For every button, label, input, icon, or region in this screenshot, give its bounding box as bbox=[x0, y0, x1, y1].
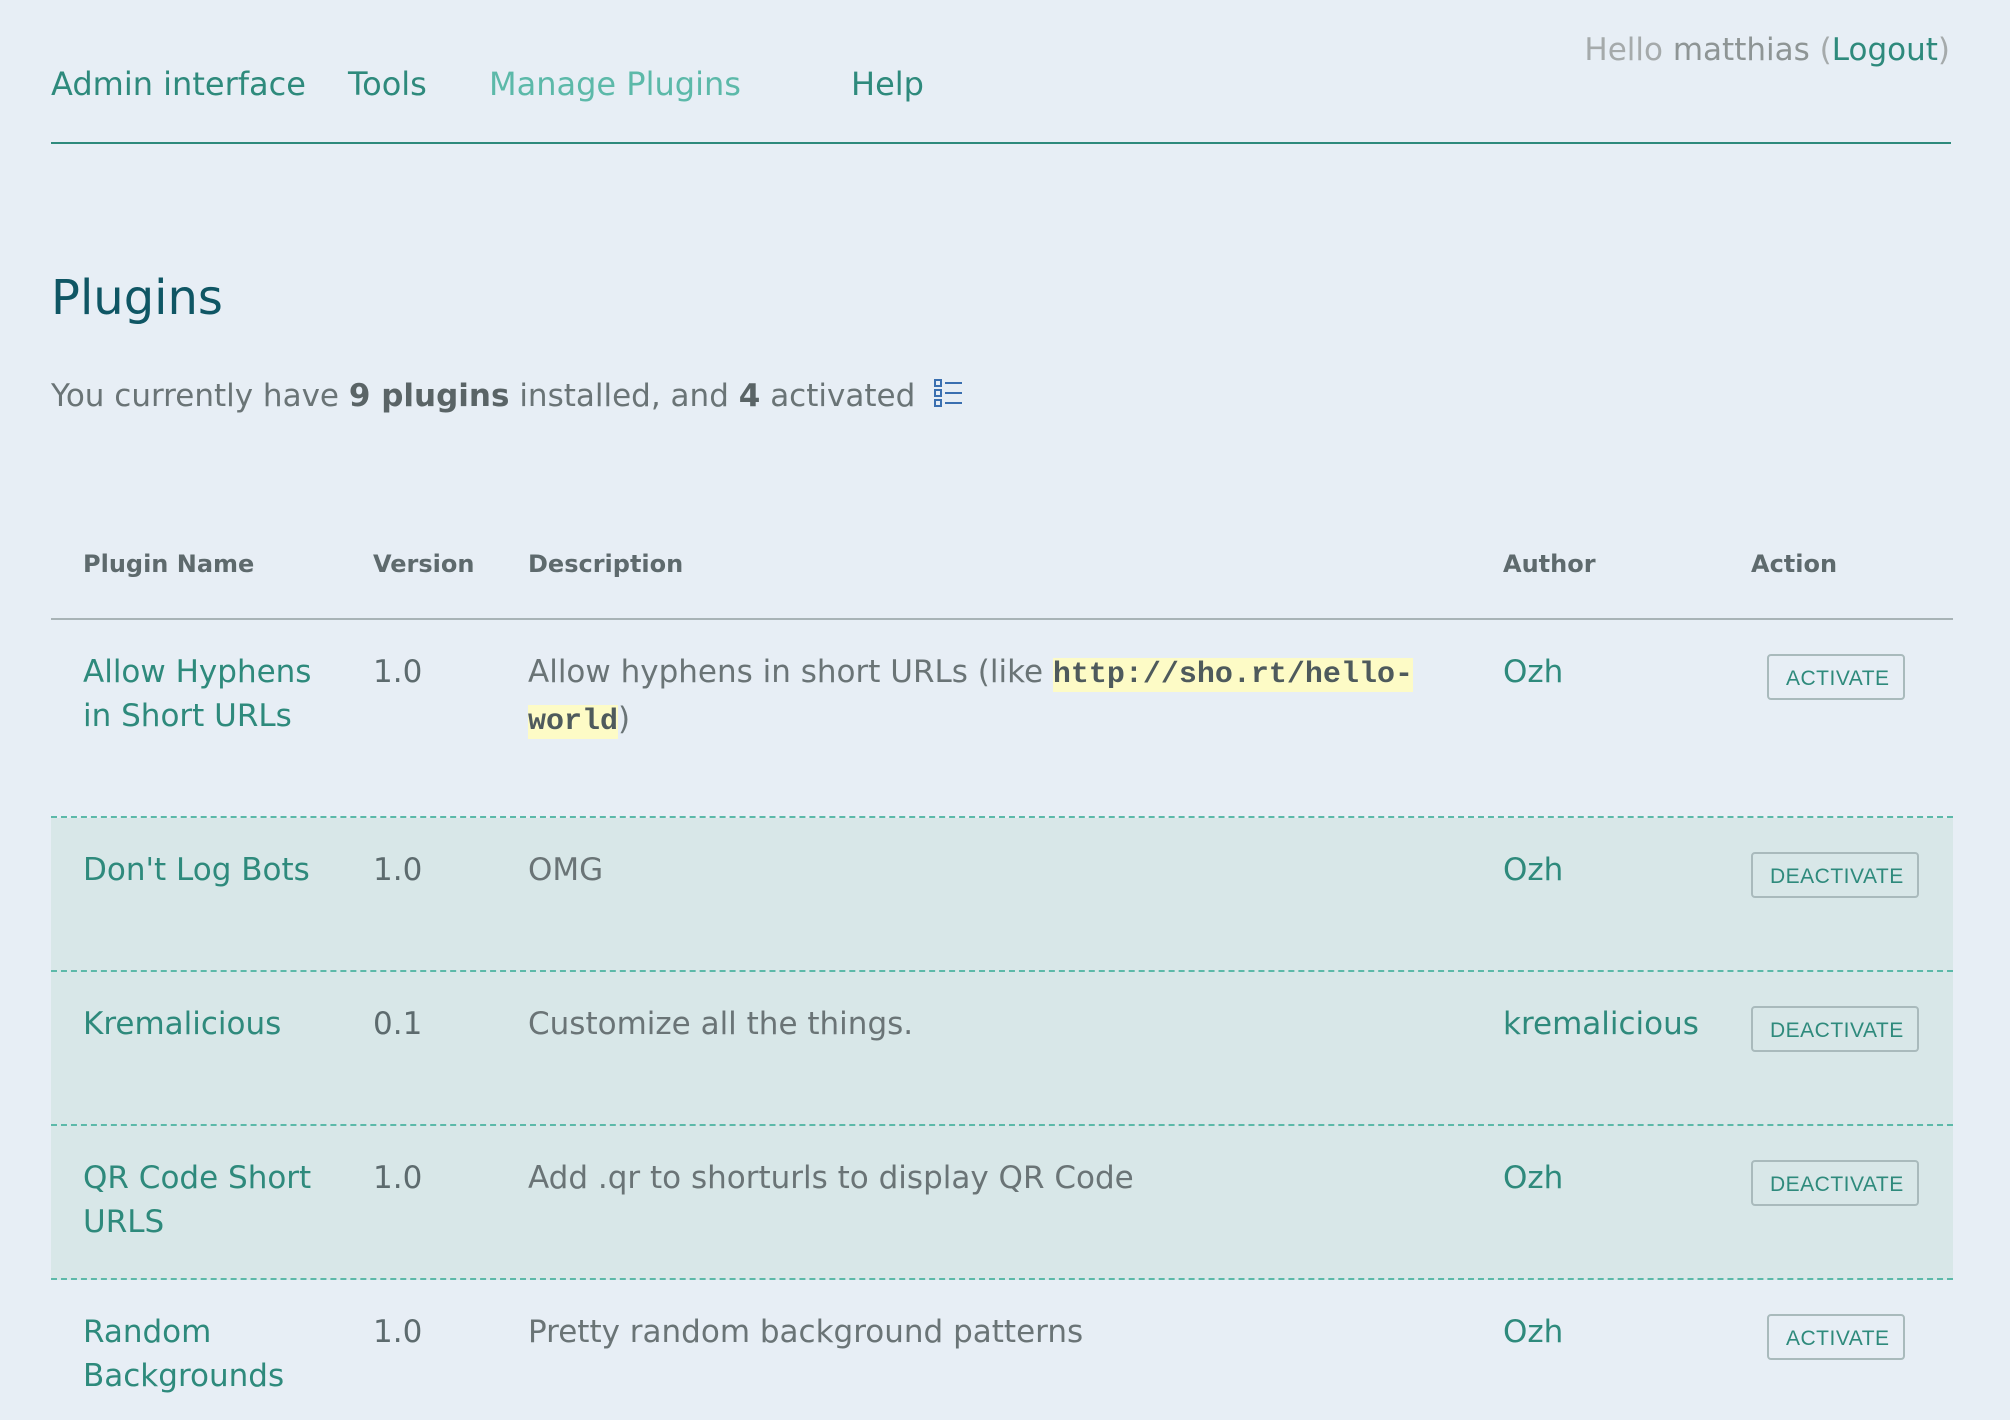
header-author[interactable]: Author bbox=[1503, 550, 1596, 578]
summary-prefix: You currently have bbox=[51, 378, 339, 414]
paren-close: ) bbox=[1937, 32, 1950, 68]
greeting-text: Hello bbox=[1584, 32, 1663, 68]
plugin-author-link[interactable]: Ozh bbox=[1503, 1156, 1563, 1200]
description-text: Allow hyphens in short URLs (like bbox=[528, 654, 1053, 690]
username: matthias bbox=[1672, 32, 1810, 68]
installed-count: 9 plugins bbox=[348, 378, 510, 414]
plugin-version: 1.0 bbox=[373, 1160, 423, 1196]
plugin-name-link[interactable]: Random Backgrounds bbox=[83, 1310, 343, 1398]
plugin-description: OMG bbox=[528, 852, 604, 888]
summary-middle: installed, and bbox=[519, 378, 729, 414]
plugin-description: Customize all the things. bbox=[528, 1006, 914, 1042]
table-row: Don't Log Bots 1.0 OMG Ozh Deactivate bbox=[51, 818, 1953, 972]
summary-suffix: activated bbox=[770, 378, 916, 414]
activated-count: 4 bbox=[738, 378, 761, 414]
activate-button[interactable]: Activate bbox=[1767, 1314, 1905, 1360]
plugin-author-link[interactable]: Ozh bbox=[1503, 650, 1563, 694]
top-navigation: Admin interface Tools Manage Plugins Hel… bbox=[51, 60, 1951, 144]
list-icon[interactable] bbox=[933, 378, 963, 416]
paren-open: ( bbox=[1819, 32, 1832, 68]
plugin-description: Add .qr to shorturls to display QR Code bbox=[528, 1160, 1134, 1196]
nav-tools[interactable]: Tools bbox=[348, 65, 427, 103]
plugin-version: 1.0 bbox=[373, 654, 423, 690]
page-title: Plugins bbox=[51, 270, 223, 326]
logout-link[interactable]: Logout bbox=[1832, 32, 1938, 68]
plugin-author-link[interactable]: Ozh bbox=[1503, 1310, 1563, 1354]
header-version: Version bbox=[373, 550, 475, 578]
nav-admin-interface[interactable]: Admin interface bbox=[51, 65, 306, 103]
nav-manage-plugins[interactable]: Manage Plugins bbox=[489, 65, 741, 103]
plugin-description: Allow hyphens in short URLs (like http:/… bbox=[528, 650, 1468, 744]
plugins-table: Plugin Name Version Description Author A… bbox=[51, 530, 1953, 1420]
nav-help[interactable]: Help bbox=[851, 65, 924, 103]
plugin-name-link[interactable]: Allow Hyphens in Short URLs bbox=[83, 650, 343, 738]
plugin-version: 1.0 bbox=[373, 1314, 423, 1350]
plugin-name-link[interactable]: QR Code Short URLS bbox=[83, 1156, 343, 1244]
plugin-version: 1.0 bbox=[373, 852, 423, 888]
plugins-page: Admin interface Tools Manage Plugins Hel… bbox=[0, 0, 2010, 1420]
activate-button[interactable]: Activate bbox=[1767, 654, 1905, 700]
user-greeting: Hello matthias (Logout) bbox=[1584, 32, 1950, 68]
deactivate-button[interactable]: Deactivate bbox=[1751, 1160, 1919, 1206]
table-row: Kremalicious 0.1 Customize all the thing… bbox=[51, 972, 1953, 1126]
table-header: Plugin Name Version Description Author A… bbox=[51, 530, 1953, 620]
description-text-end: ) bbox=[618, 701, 631, 737]
plugin-author-link[interactable]: Ozh bbox=[1503, 848, 1563, 892]
plugin-name-link[interactable]: Don't Log Bots bbox=[83, 848, 343, 892]
plugin-author-link[interactable]: kremalicious bbox=[1503, 1002, 1699, 1046]
plugin-name-link[interactable]: Kremalicious bbox=[83, 1002, 343, 1046]
table-row: Allow Hyphens in Short URLs 1.0 Allow hy… bbox=[51, 620, 1953, 818]
plugin-description: Pretty random background patterns bbox=[528, 1314, 1084, 1350]
header-action: Action bbox=[1751, 550, 1838, 578]
header-plugin-name[interactable]: Plugin Name bbox=[83, 550, 254, 578]
deactivate-button[interactable]: Deactivate bbox=[1751, 852, 1919, 898]
table-row: QR Code Short URLS 1.0 Add .qr to shortu… bbox=[51, 1126, 1953, 1280]
deactivate-button[interactable]: Deactivate bbox=[1751, 1006, 1919, 1052]
plugins-summary: You currently have 9 plugins installed, … bbox=[51, 378, 963, 416]
table-row: Random Backgrounds 1.0 Pretty random bac… bbox=[51, 1280, 1953, 1420]
header-description: Description bbox=[528, 550, 684, 578]
plugin-version: 0.1 bbox=[373, 1006, 423, 1042]
